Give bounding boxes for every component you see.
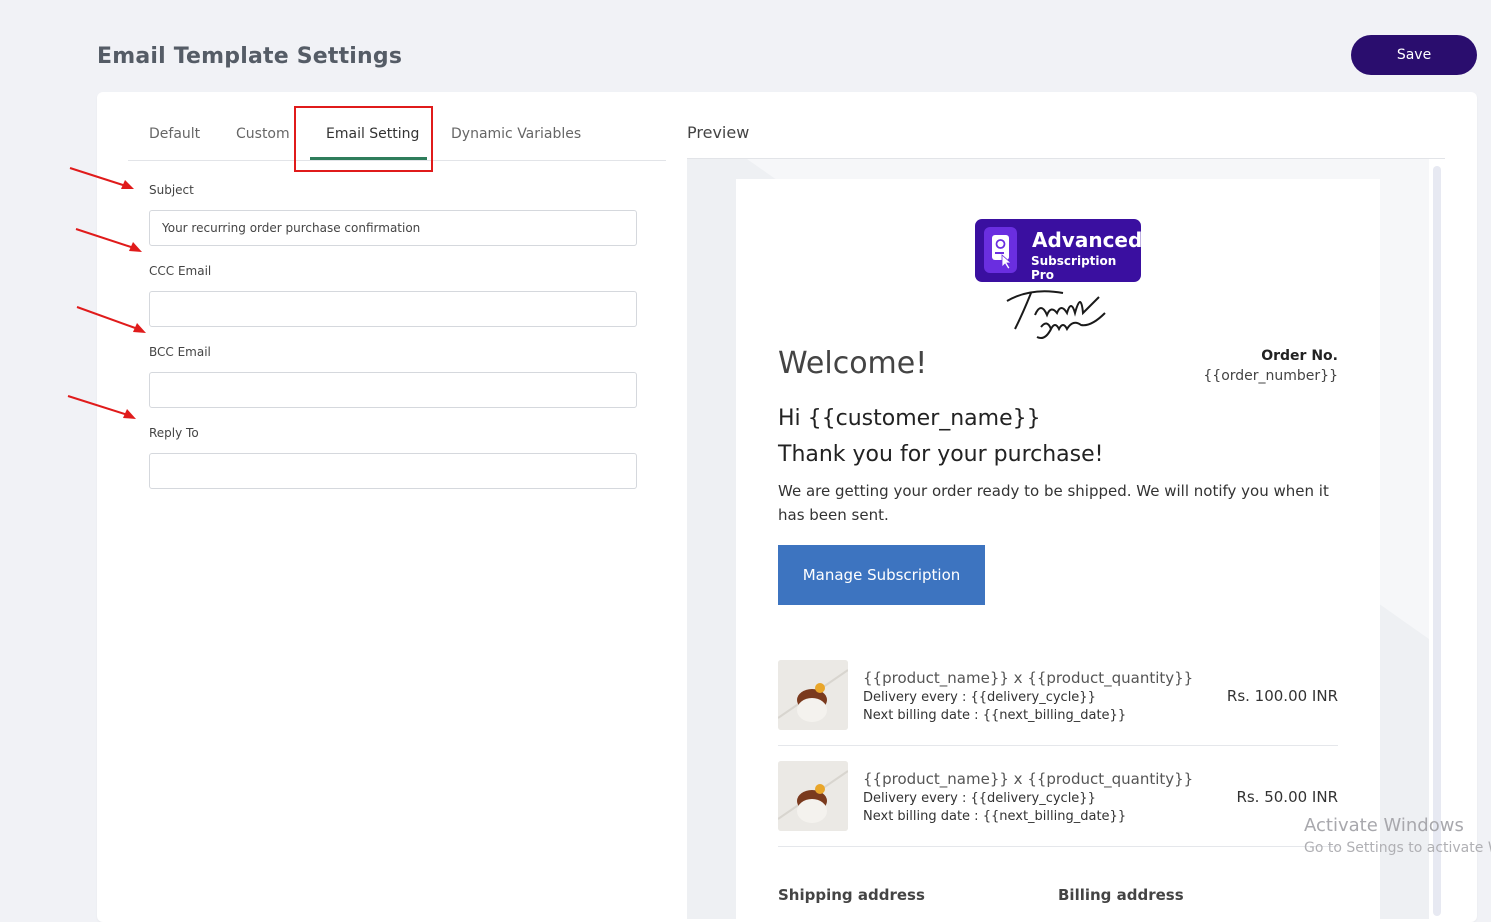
annotation-arrow-icon [75,228,142,252]
order-number-value: {{order_number}} [1203,368,1338,384]
product-price: Rs. 50.00 INR [1236,788,1338,806]
thanks-text: Thank you for your purchase! [778,442,1104,467]
order-description: We are getting your order ready to be sh… [778,482,1329,524]
manage-subscription-button[interactable]: Manage Subscription [778,545,985,605]
save-button[interactable]: Save [1351,35,1477,75]
product-name: {{product_name}} x {{product_quantity}} [863,669,1194,687]
tab-highlight-box [294,106,433,172]
bcc-email-input[interactable] [149,372,637,408]
ccc-email-label: CCC Email [149,264,212,278]
shipping-address-heading: Shipping address [778,886,925,904]
logo-title: Advanced [1032,228,1143,252]
product-price: Rs. 100.00 INR [1226,687,1338,705]
bcc-email-label: BCC Email [149,345,211,359]
product-billing: Next billing date : {{next_billing_date}… [863,708,1127,723]
reply-to-input[interactable] [149,453,637,489]
windows-watermark-subtitle: Go to Settings to activate W [1304,840,1491,856]
page-title: Email Template Settings [97,44,403,69]
product-image [778,761,848,831]
logo-subtitle: Subscription Pro [1031,254,1117,282]
welcome-heading: Welcome! [778,346,928,381]
product-divider [778,846,1338,847]
subject-label: Subject [149,183,194,197]
product-image [778,660,848,730]
subscription-icon [984,227,1017,273]
tab-custom[interactable]: Custom [236,126,290,142]
product-delivery: Delivery every : {{delivery_cycle}} [863,791,1096,806]
product-delivery: Delivery every : {{delivery_cycle}} [863,690,1096,705]
product-divider [778,745,1338,746]
product-name: {{product_name}} x {{product_quantity}} [863,770,1194,788]
tab-dynamic-variables[interactable]: Dynamic Variables [451,126,581,142]
preview-title: Preview [687,123,750,142]
brand-logo: Advanced Subscription Pro [975,219,1143,282]
ccc-email-input[interactable] [149,291,637,327]
reply-to-label: Reply To [149,426,199,440]
billing-address-heading: Billing address [1058,886,1184,904]
annotation-arrow-icon [67,395,136,419]
thank-you-signature-icon [1006,290,1106,339]
product-billing: Next billing date : {{next_billing_date}… [863,809,1127,824]
subject-input[interactable] [149,210,637,246]
greeting-text: Hi {{customer_name}} [778,406,1041,431]
annotation-arrow-icon [69,167,134,189]
order-number-label: Order No. [1261,348,1338,364]
tab-default[interactable]: Default [149,126,200,142]
windows-watermark-title: Activate Windows [1304,815,1464,836]
annotation-arrow-icon [76,306,146,333]
preview-scrollbar[interactable] [1433,166,1441,916]
